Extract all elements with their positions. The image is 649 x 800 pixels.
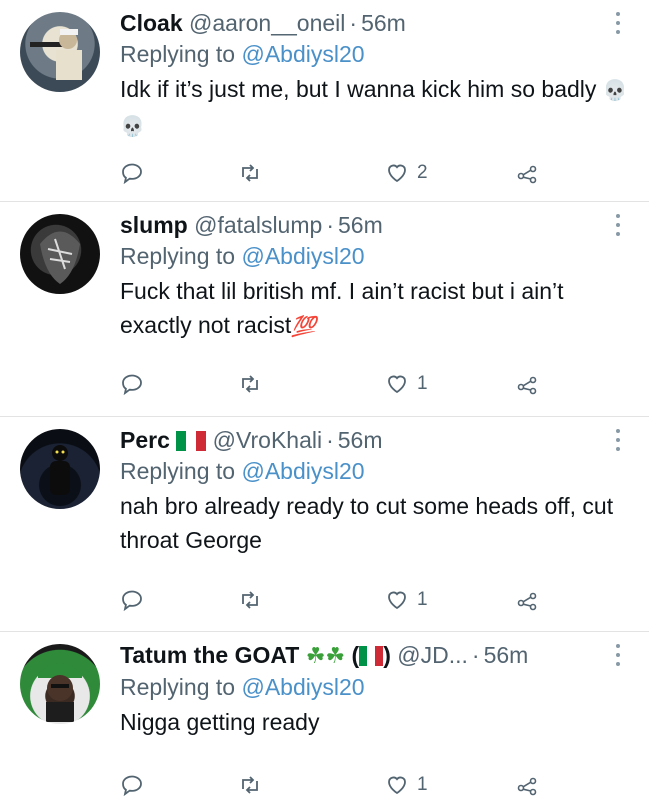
like-button[interactable]: 1 (385, 585, 428, 615)
reply-button[interactable] (120, 585, 144, 615)
reply-button[interactable] (120, 369, 144, 399)
heart-icon (388, 375, 406, 394)
replying-to-label: Replying to (120, 243, 236, 269)
reply-mention-link[interactable]: @Abdiysl20 (241, 243, 364, 269)
avatar[interactable] (20, 429, 100, 509)
replying-to: Replying to @Abdiysl20 (120, 240, 629, 273)
user-handle[interactable]: @fatalslump (194, 212, 322, 238)
share-icon (517, 165, 537, 184)
italy-flag-icon (176, 428, 207, 451)
reply-mention-link[interactable]: @Abdiysl20 (241, 458, 364, 484)
share-icon (517, 592, 537, 611)
avatar[interactable] (20, 12, 100, 92)
replying-to-label: Replying to (120, 458, 236, 484)
avatar-image (40, 231, 80, 284)
reply-icon (122, 775, 142, 797)
avatar[interactable] (20, 214, 100, 294)
tweet-header: Tatum the GOAT ☘☘ () @JD... · 56m (120, 642, 529, 668)
retweet-button[interactable] (238, 585, 262, 615)
user-handle[interactable]: @aaron__oneil (189, 10, 345, 36)
heart-icon (388, 164, 406, 183)
avatar[interactable] (20, 644, 100, 724)
reply-icon (122, 163, 142, 185)
reply-button[interactable] (120, 770, 144, 800)
reply-button[interactable] (120, 158, 144, 188)
retweet-icon (242, 164, 258, 182)
retweet-icon (242, 591, 258, 609)
tweet[interactable]: Cloak @aaron__oneil · 56m Replying to @Abd… (0, 0, 649, 202)
tweet[interactable]: Perc @VroKhali · 56m Replying to @Abdiysl2… (0, 417, 649, 632)
like-count: 1 (417, 589, 428, 610)
heart-icon (388, 591, 406, 610)
tweet-actions: 1 (120, 585, 550, 615)
name-paren-close: ) (383, 642, 391, 668)
like-button[interactable]: 1 (385, 770, 428, 800)
more-icon[interactable] (615, 644, 621, 666)
share-button[interactable] (515, 369, 539, 399)
share-button[interactable] (515, 585, 539, 615)
user-handle[interactable]: @VroKhali (213, 427, 322, 453)
name-paren-open: ( (351, 642, 360, 668)
tweet[interactable]: slump @fatalslump · 56m Replying to @Abdiy… (0, 202, 649, 417)
clover-icon: ☘☘ (305, 643, 346, 668)
tweet-text-content: nah bro already ready to cut some heads … (120, 493, 614, 553)
display-name[interactable]: Tatum the GOAT (120, 642, 299, 668)
like-count: 2 (417, 162, 428, 183)
user-handle[interactable]: @JD... (397, 642, 468, 668)
retweet-icon (242, 776, 258, 794)
reply-mention-link[interactable]: @Abdiysl20 (241, 41, 364, 67)
retweet-icon (242, 375, 258, 393)
tweet-actions: 1 (120, 770, 550, 800)
tweet-text: nah bro already ready to cut some heads … (120, 489, 629, 557)
reply-feed: Cloak @aaron__oneil · 56m Replying to @Abd… (0, 0, 649, 800)
tweet-text: Nigga getting ready (120, 705, 629, 739)
timestamp[interactable]: 56m (361, 10, 406, 36)
reply-icon (122, 374, 142, 396)
tweet-header: Cloak @aaron__oneil · 56m (120, 10, 406, 36)
replying-to: Replying to @Abdiysl20 (120, 455, 629, 488)
timestamp[interactable]: 56m (338, 427, 383, 453)
tweet-header: slump @fatalslump · 56m (120, 212, 383, 238)
share-icon (517, 376, 537, 395)
tweet-text: Fuck that lil british mf. I ain’t racist… (120, 274, 629, 344)
reply-mention-link[interactable]: @Abdiysl20 (241, 674, 364, 700)
tweet-text: Idk if it’s just me, but I wanna kick hi… (120, 72, 629, 144)
retweet-button[interactable] (238, 770, 262, 800)
share-button[interactable] (515, 770, 539, 800)
retweet-button[interactable] (238, 369, 262, 399)
avatar-image (50, 445, 70, 495)
display-name[interactable]: Perc (120, 427, 170, 453)
reply-icon (122, 590, 142, 612)
tweet-actions: 2 (120, 158, 550, 188)
replying-to-label: Replying to (120, 674, 236, 700)
share-icon (517, 777, 537, 796)
like-count: 1 (417, 774, 428, 795)
timestamp[interactable]: 56m (338, 212, 383, 238)
avatar-image (38, 663, 82, 722)
more-icon[interactable] (615, 429, 621, 451)
more-icon[interactable] (615, 214, 621, 236)
tweet-text-content: Nigga getting ready (120, 709, 320, 735)
more-icon[interactable] (615, 12, 621, 34)
heart-icon (388, 776, 406, 795)
replying-to-label: Replying to (120, 41, 236, 67)
tweet-text-content: Fuck that lil british mf. I ain’t racist… (120, 278, 564, 338)
tweet-actions: 1 (120, 369, 550, 399)
like-button[interactable]: 1 (385, 369, 428, 399)
italy-flag-icon (359, 643, 384, 666)
tweet-header: Perc @VroKhali · 56m (120, 427, 383, 453)
replying-to: Replying to @Abdiysl20 (120, 38, 629, 71)
tweet-text-content: Idk if it’s just me, but I wanna kick hi… (120, 76, 597, 102)
like-count: 1 (417, 373, 428, 394)
like-button[interactable]: 2 (385, 158, 428, 188)
hundred-emoji: 💯 (291, 316, 317, 338)
replying-to: Replying to @Abdiysl20 (120, 671, 629, 704)
retweet-button[interactable] (238, 158, 262, 188)
timestamp[interactable]: 56m (484, 642, 529, 668)
display-name[interactable]: Cloak (120, 10, 183, 36)
display-name[interactable]: slump (120, 212, 188, 238)
avatar-image (30, 29, 82, 80)
share-button[interactable] (515, 158, 539, 188)
tweet[interactable]: Tatum the GOAT ☘☘ () @JD... · 56m Replying… (0, 632, 649, 800)
